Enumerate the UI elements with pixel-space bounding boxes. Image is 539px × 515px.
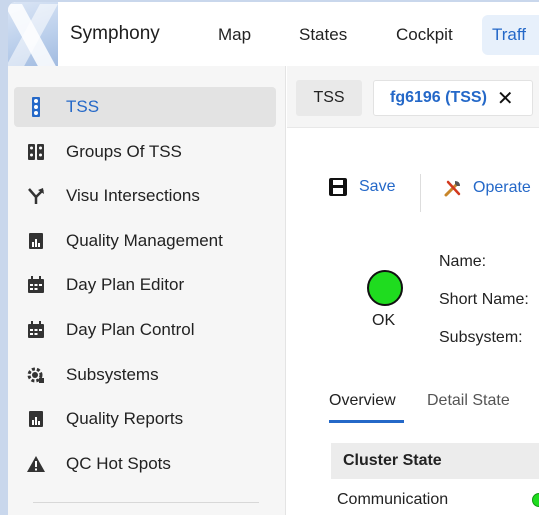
tab-strip: TSS fg6196 (TSS) ✕ xyxy=(287,66,539,128)
top-navigation-bar: Symphony Map States Cockpit Traff xyxy=(8,2,539,70)
active-tab-indicator xyxy=(329,420,404,423)
toolbar-divider xyxy=(420,174,421,212)
calendar-icon xyxy=(26,275,46,295)
sidebar-item-label: Quality Management xyxy=(66,231,223,250)
app-window: Symphony Map States Cockpit Traff TSS Gr… xyxy=(8,2,539,515)
traffic-lights-group-icon xyxy=(26,142,46,162)
sidebar-item-day-plan-control[interactable]: Day Plan Control xyxy=(14,310,276,350)
sidebar-item-label: TSS xyxy=(66,97,100,116)
traffic-light-icon xyxy=(26,97,46,117)
brand-name[interactable]: Symphony xyxy=(70,23,160,45)
field-name-label: Name: xyxy=(439,253,487,270)
sidebar-item-qc-hot-spots[interactable]: QC Hot Spots xyxy=(14,444,276,484)
cluster-state-header: Cluster State xyxy=(331,443,539,479)
tab-label: fg6196 (TSS) xyxy=(390,89,487,106)
tab-overview[interactable]: Overview xyxy=(329,392,396,410)
sidebar-item-label: QC Hot Spots xyxy=(66,454,171,473)
field-subsystem-label: Subsystem: xyxy=(439,329,523,346)
operate-button[interactable]: Operate xyxy=(443,178,531,198)
sidebar-item-day-plan-editor[interactable]: Day Plan Editor xyxy=(14,265,276,305)
tools-icon xyxy=(443,178,463,198)
sidebar-item-label: Visu Intersections xyxy=(66,186,200,205)
sidebar-item-groups-of-tss[interactable]: Groups Of TSS xyxy=(14,132,276,172)
tab-detail-state[interactable]: Detail State xyxy=(427,392,510,410)
tab-tss[interactable]: TSS xyxy=(296,80,362,116)
save-button[interactable]: Save xyxy=(329,178,395,196)
communication-status-dot xyxy=(532,493,539,507)
app-logo xyxy=(8,2,58,70)
operate-label: Operate xyxy=(473,179,531,196)
sidebar-divider xyxy=(33,502,259,503)
sidebar-item-tss[interactable]: TSS xyxy=(14,87,276,127)
toolbar: Save Operate xyxy=(287,172,539,212)
sidebar-item-label: Day Plan Editor xyxy=(66,275,185,294)
gear-icon xyxy=(26,365,46,385)
nav-traffic-label: Traff xyxy=(492,25,527,44)
floppy-disk-icon xyxy=(329,178,347,196)
status-indicator xyxy=(367,270,403,306)
nav-map[interactable]: Map xyxy=(218,25,251,45)
chart-document-icon xyxy=(26,231,46,251)
sidebar: TSS Groups Of TSS Visu Intersections Qua… xyxy=(8,66,286,515)
sidebar-item-subsystems[interactable]: Subsystems xyxy=(14,355,276,395)
tab-fg6196[interactable]: fg6196 (TSS) ✕ xyxy=(373,80,533,116)
nav-cockpit[interactable]: Cockpit xyxy=(396,25,453,45)
close-icon[interactable]: ✕ xyxy=(497,86,514,111)
sidebar-item-label: Quality Reports xyxy=(66,409,184,428)
main-panel: TSS fg6196 (TSS) ✕ Save Operate OK Name:… xyxy=(287,66,539,515)
calendar-icon xyxy=(26,320,46,340)
sidebar-item-quality-reports[interactable]: Quality Reports xyxy=(14,399,276,439)
sidebar-item-label: Subsystems xyxy=(66,365,159,384)
communication-label: Communication xyxy=(337,491,449,508)
sidebar-item-label: Groups Of TSS xyxy=(66,142,182,161)
chart-document-icon xyxy=(26,409,46,429)
field-short-name-label: Short Name: xyxy=(439,291,529,308)
sidebar-item-visu-intersections[interactable]: Visu Intersections xyxy=(14,176,276,216)
nav-traffic[interactable]: Traff xyxy=(482,15,539,55)
save-label: Save xyxy=(359,178,396,195)
warning-icon xyxy=(26,454,46,474)
sidebar-item-quality-management[interactable]: Quality Management xyxy=(14,221,276,261)
sidebar-item-label: Day Plan Control xyxy=(66,320,195,339)
intersection-arrows-icon xyxy=(26,186,46,206)
status-text: OK xyxy=(372,312,396,329)
nav-states[interactable]: States xyxy=(299,25,347,45)
